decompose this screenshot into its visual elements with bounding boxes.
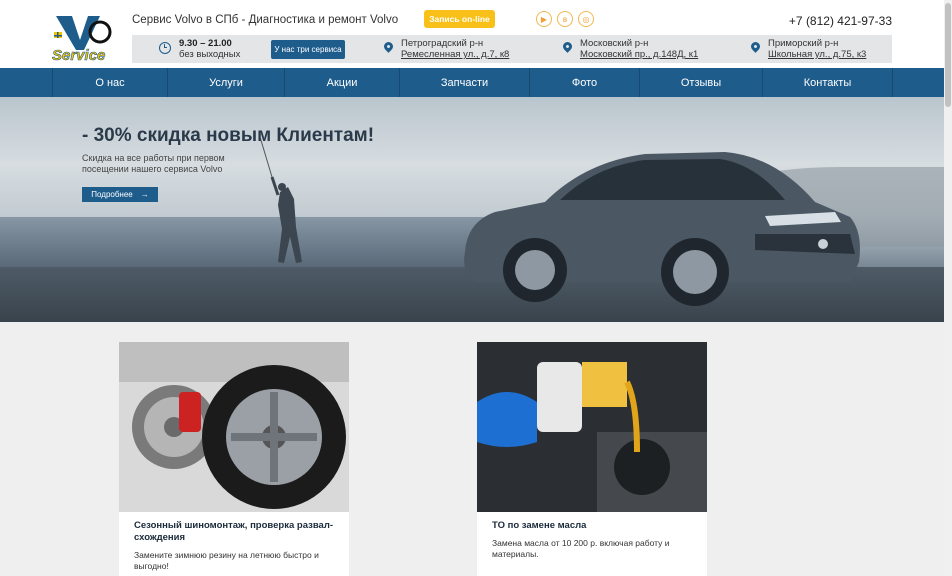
- volvo-car-illustration: [464, 152, 860, 306]
- scrollbar[interactable]: [944, 0, 952, 576]
- location-district: Приморский р-н: [768, 38, 839, 49]
- instagram-icon[interactable]: ◎: [578, 11, 594, 27]
- nav-item-promotions[interactable]: Акции: [284, 68, 399, 97]
- tire-service-image: [119, 342, 349, 512]
- nav-item-photo[interactable]: Фото: [529, 68, 639, 97]
- services-section: Сезонный шиномонтаж, проверка развал-схо…: [0, 322, 944, 576]
- card-description: Замена масла от 10 200 р. включая работу…: [492, 538, 670, 559]
- scrollbar-thumb[interactable]: [945, 3, 951, 107]
- location-primorsky: Приморский р-н Школьная ул., д.75, к3: [749, 38, 866, 60]
- info-bar: 9.30 – 21.00 без выходных У нас три серв…: [132, 35, 892, 63]
- nav-item-services[interactable]: Услуги: [167, 68, 284, 97]
- nav-item-reviews[interactable]: Отзывы: [639, 68, 762, 97]
- location-address-link[interactable]: Школьная ул., д.75, к3: [768, 49, 866, 60]
- svg-text:Service: Service: [52, 47, 105, 62]
- main-nav: О нас Услуги Акции Запчасти Фото Отзывы …: [0, 68, 944, 97]
- site-title: Сервис Volvo в СПб - Диагностика и ремон…: [132, 14, 399, 26]
- hero-subtitle: Скидка на все работы при первом посещени…: [82, 153, 225, 174]
- map-pin-icon: [749, 40, 762, 53]
- location-district: Московский р-н: [580, 38, 649, 49]
- location-moskovsky: Московский р-н Московский пр., д.148Д, к…: [561, 38, 698, 60]
- location-address-link[interactable]: Ремесленная ул., д.7, к8: [401, 49, 509, 60]
- map-pin-icon: [561, 40, 574, 53]
- hero-title: - 30% скидка новым Клиентам!: [82, 125, 375, 146]
- service-card-oil[interactable]: ТО по замене масла Замена масла от 10 20…: [477, 342, 707, 576]
- vk-icon[interactable]: в: [557, 11, 573, 27]
- three-services-button[interactable]: У нас три сервиса: [271, 40, 345, 59]
- online-booking-button[interactable]: Запись on-line: [424, 10, 495, 28]
- clock-icon: [159, 42, 171, 54]
- social-links: ▶ в ◎: [536, 11, 594, 27]
- hero-banner: - 30% скидка новым Клиентам! Скидка на в…: [0, 97, 944, 322]
- card-description: Замените зимнюю резину на летнюю быстро …: [134, 550, 319, 571]
- arrow-right-icon: →: [140, 190, 149, 199]
- phone-number[interactable]: +7 (812) 421-97-33: [789, 14, 892, 28]
- oil-change-image: [477, 342, 707, 512]
- nav-item-parts[interactable]: Запчасти: [399, 68, 529, 97]
- nav-item-contacts[interactable]: Контакты: [762, 68, 893, 97]
- youtube-icon[interactable]: ▶: [536, 11, 552, 27]
- site-header: Service Сервис Volvo в СПб - Диагностика…: [0, 0, 944, 68]
- working-hours: 9.30 – 21.00 без выходных: [159, 38, 240, 60]
- volvo-service-logo[interactable]: Service: [52, 12, 114, 62]
- service-card-tires[interactable]: Сезонный шиномонтаж, проверка развал-схо…: [119, 342, 349, 576]
- nav-item-about[interactable]: О нас: [52, 68, 167, 97]
- fisherman-illustration: [259, 137, 302, 263]
- location-district: Петроградский р-н: [401, 38, 484, 49]
- location-petrogradsky: Петроградский р-н Ремесленная ул., д.7, …: [382, 38, 509, 60]
- card-title: ТО по замене масла: [492, 520, 587, 531]
- card-title: Сезонный шиномонтаж, проверка развал-схо…: [134, 520, 334, 543]
- map-pin-icon: [382, 40, 395, 53]
- more-button-label: Подробнее: [91, 190, 133, 199]
- hours-days: без выходных: [179, 49, 241, 60]
- location-address-link[interactable]: Московский пр., д.148Д, к1: [580, 49, 698, 60]
- hours-time: 9.30 – 21.00: [179, 38, 232, 49]
- more-button[interactable]: Подробнее →: [82, 187, 158, 202]
